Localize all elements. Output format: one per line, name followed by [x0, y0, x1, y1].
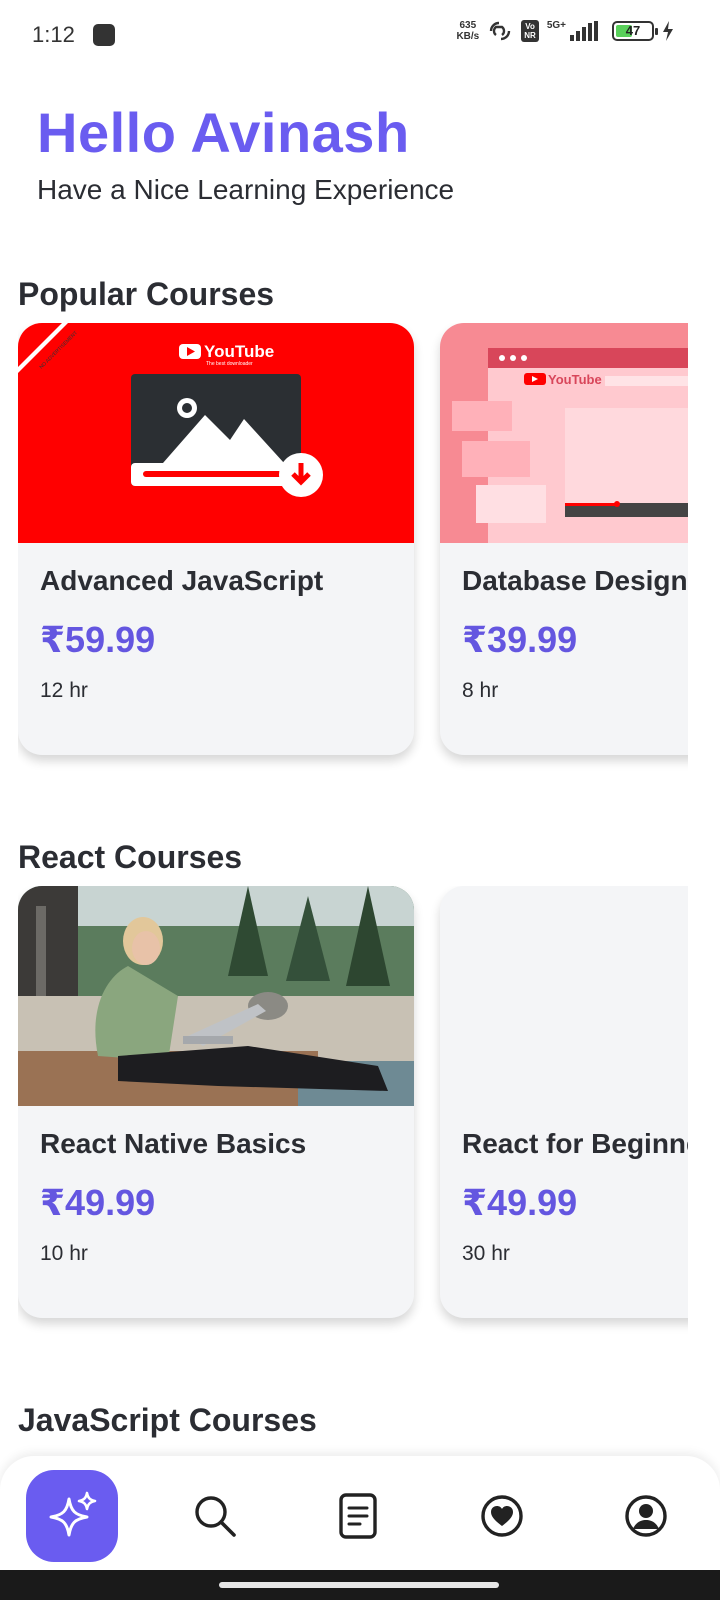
course-title: React Native Basics — [40, 1128, 307, 1159]
app-notification-icon — [93, 24, 115, 46]
section-title-popular-courses: Popular Courses — [18, 276, 275, 312]
status-time: 1:12 — [32, 22, 75, 47]
status-bar: 1:12 635 KB/s Vo NR 5G+ 47 — [0, 0, 720, 72]
youtube-logo-text: YouTube — [204, 342, 274, 361]
row-edge — [688, 323, 720, 783]
profile-icon — [625, 1495, 667, 1537]
course-title: Database Design — [462, 565, 688, 596]
battery-icon: 47 — [612, 21, 658, 41]
course-card-react-for-beginners[interactable]: React for Beginners ₹49.99 30 hr — [440, 886, 720, 1318]
nav-favorites[interactable] — [456, 1470, 548, 1562]
course-duration: 30 hr — [462, 1242, 510, 1265]
course-row-popular[interactable]: NO ADVERTISEMENT YouTube The best downlo… — [18, 323, 720, 783]
heart-icon — [481, 1495, 523, 1537]
section-title-javascript-courses: JavaScript Courses — [18, 1402, 317, 1438]
course-duration: 8 hr — [462, 679, 499, 702]
system-navigation-bar — [0, 1570, 720, 1600]
course-thumbnail-blank — [440, 886, 720, 1106]
network-type: 5G+ — [546, 20, 566, 31]
nav-profile[interactable] — [600, 1470, 692, 1562]
nav-documents[interactable] — [312, 1470, 404, 1562]
sparkle-icon — [49, 1491, 97, 1537]
course-card-database-design[interactable]: YouTube Database Design ₹39.99 8 hr — [440, 323, 720, 755]
course-title: Advanced JavaScript — [40, 565, 324, 596]
home-gesture-handle[interactable] — [219, 1582, 499, 1588]
search-icon — [195, 1496, 236, 1537]
course-duration: 12 hr — [40, 679, 88, 702]
course-price: ₹49.99 — [40, 1182, 156, 1223]
nav-home-sparkle[interactable] — [26, 1470, 118, 1562]
course-row-react[interactable]: React Native Basics ₹49.99 10 hr React f… — [18, 886, 720, 1346]
course-thumbnail-woman-laptop-photo — [18, 886, 414, 1106]
youtube-logo-text: YouTube — [548, 372, 602, 387]
course-card-advanced-javascript[interactable]: NO ADVERTISEMENT YouTube The best downlo… — [18, 323, 414, 755]
greeting-title: Hello Avinash — [37, 101, 410, 164]
hotspot-link-icon — [490, 21, 511, 41]
course-thumbnail-youtube-player: YouTube — [440, 323, 720, 543]
document-icon — [339, 1493, 377, 1539]
youtube-tagline: The best downloader — [206, 361, 253, 367]
network-speed: 635 KB/s — [456, 20, 480, 42]
course-title: React for Beginners — [462, 1128, 720, 1159]
greeting-subtitle: Have a Nice Learning Experience — [37, 174, 455, 205]
signal-strength-icon — [570, 21, 598, 41]
section-title-react-courses: React Courses — [18, 839, 243, 875]
course-thumbnail-youtube-downloader: NO ADVERTISEMENT YouTube The best downlo… — [18, 323, 414, 543]
nav-search[interactable] — [169, 1470, 261, 1562]
bottom-navigation — [0, 1456, 720, 1570]
volte-icon: Vo NR — [521, 20, 539, 42]
course-price: ₹59.99 — [40, 619, 156, 660]
course-price: ₹39.99 — [462, 619, 578, 660]
course-card-react-native-basics[interactable]: React Native Basics ₹49.99 10 hr — [18, 886, 414, 1318]
row-edge — [688, 886, 720, 1346]
course-price: ₹49.99 — [462, 1182, 578, 1223]
battery-percent: 47 — [625, 23, 641, 38]
status-icons: 635 KB/s Vo NR 5G+ 47 — [456, 20, 674, 42]
charging-bolt-icon — [663, 21, 673, 41]
course-duration: 10 hr — [40, 1242, 88, 1265]
